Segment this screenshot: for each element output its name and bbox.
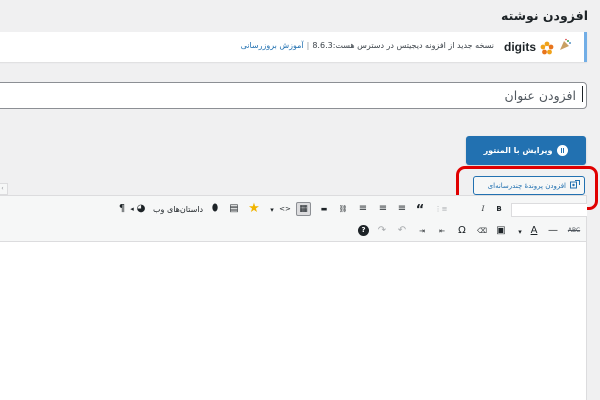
horizontal-line-icon[interactable]: — — [547, 224, 559, 238]
notice-message-line: نسخه جدید از افزونه دیجیتس در دسترس هست:… — [241, 41, 494, 50]
blockquote-icon[interactable]: “ — [414, 203, 426, 217]
pie-chart-icon[interactable]: ◕ — [135, 202, 147, 216]
italic-icon[interactable]: I — [478, 202, 488, 216]
elementor-button-label: ویرایش با المنتور — [483, 146, 553, 155]
add-media-label: افزودن پروندهٔ چندرسانه‌ای — [487, 181, 566, 190]
edit-with-elementor-button[interactable]: ویرایش با المنتور — [466, 136, 586, 165]
read-more-icon[interactable]: ▬ — [318, 202, 330, 216]
code-icon[interactable]: <> — [279, 202, 291, 216]
update-guide-link[interactable]: آموزش بروزرسانی — [241, 41, 304, 50]
numbered-list-icon[interactable]: ⋮≡ — [434, 202, 448, 216]
special-char-icon[interactable]: Ω — [456, 224, 468, 238]
outdent-icon[interactable]: ⇤ — [436, 224, 448, 238]
party-popper-icon — [558, 37, 572, 56]
web-stories-label[interactable]: داستان‌های وب — [153, 205, 203, 214]
strikethrough-icon[interactable]: ABC — [565, 224, 583, 238]
redo-icon[interactable]: ↷ — [376, 224, 388, 238]
help-icon[interactable]: ? — [358, 225, 369, 236]
format-select[interactable] — [511, 203, 587, 217]
undo-icon[interactable]: ↶ — [396, 224, 408, 238]
toolbar-toggle-icon[interactable]: ▦ — [296, 202, 311, 216]
elementor-icon — [557, 145, 569, 156]
indent-icon[interactable]: ⇥ — [416, 224, 428, 238]
align-left-icon[interactable]: ≡ — [396, 202, 408, 216]
page-title: افزودن نوشته — [501, 8, 588, 23]
dropdown-arrow-icon[interactable]: ▾ — [268, 203, 276, 217]
digits-brand: digits — [504, 39, 536, 54]
add-media-button[interactable]: افزودن پروندهٔ چندرسانه‌ای — [473, 176, 585, 195]
link-icon[interactable]: ⛓ — [337, 202, 349, 216]
web-stories-icon[interactable]: ⬮ — [210, 202, 220, 216]
text-color-icon[interactable]: A — [528, 224, 540, 238]
paragraph-icon[interactable]: ¶ — [116, 202, 128, 216]
text-caret — [582, 86, 583, 102]
text-color-dropdown-icon[interactable]: ▾ — [516, 225, 524, 239]
digits-flower-icon — [540, 40, 554, 54]
editor-tab-hint[interactable]: ‹ — [0, 183, 8, 195]
align-center-icon[interactable]: ≡ — [377, 202, 389, 216]
post-title-input[interactable] — [0, 82, 587, 109]
paste-text-icon[interactable]: ▣ — [495, 224, 507, 238]
clear-format-icon[interactable]: ⌫ — [476, 224, 488, 238]
notice-separator: | — [306, 41, 310, 50]
align-right-icon[interactable]: ≡ — [357, 202, 369, 216]
update-notice: digits نسخه جدید از افزونه دیجیتس در دست… — [0, 32, 587, 62]
star-icon[interactable]: ★ — [247, 201, 261, 215]
table-icon[interactable]: ▤ — [228, 202, 240, 216]
bold-icon[interactable]: B — [494, 202, 504, 216]
notice-message: نسخه جدید از افزونه دیجیتس در دسترس هست:… — [312, 41, 494, 50]
digits-logo: digits — [504, 37, 572, 56]
add-media-icon — [570, 179, 580, 192]
